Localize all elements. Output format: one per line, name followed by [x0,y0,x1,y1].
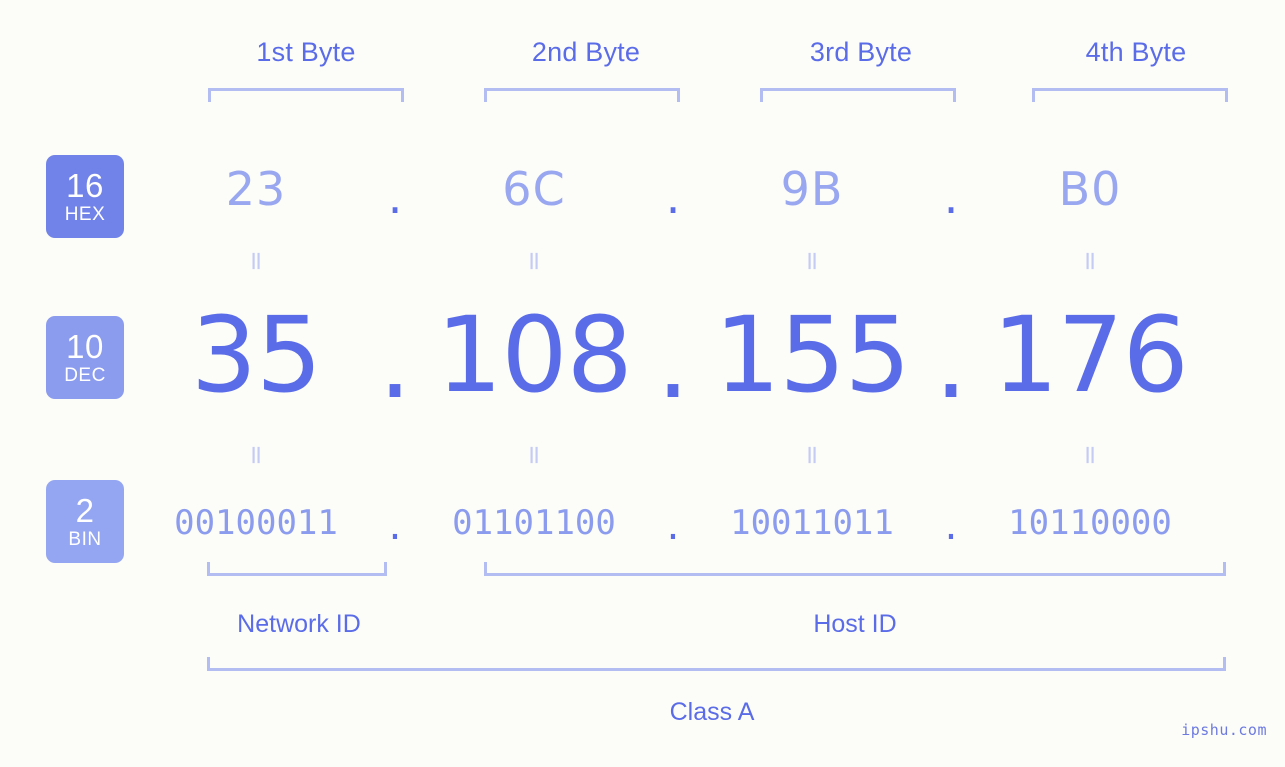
byte-bracket-1 [208,88,404,102]
hex-separator-2: . [665,170,681,224]
binary-byte-4: 10110000 [1008,503,1172,543]
host-id-label: Host ID [813,610,897,638]
binary-byte-2: 01101100 [452,503,616,543]
network-id-label: Network ID [237,610,361,638]
base-badge-dec: 10 DEC [46,316,124,399]
decimal-separator-1: . [378,300,412,422]
byte-header-1: 1st Byte [256,37,356,67]
byte-header-4: 4th Byte [1085,37,1187,67]
byte-bracket-3 [760,88,956,102]
byte-header-3: 3rd Byte [809,37,913,67]
base-badge-hex: 16 HEX [46,155,124,238]
binary-separator-3: . [940,508,962,548]
network-id-bracket [207,562,387,576]
binary-value-row: 00100011 . 01101100 . 10011011 . 1011000… [140,495,1285,551]
site-watermark: ipshu.com [1181,721,1267,739]
base-badge-bin-label: BIN [68,529,102,550]
base-badge-dec-number: 10 [66,328,104,365]
hex-separator-1: . [387,170,403,224]
byte-bracket-2 [484,88,680,102]
byte-header-2: 2nd Byte [531,37,641,67]
hex-value-row: 23 . 6C . 9B . B0 [140,158,1285,224]
ip-breakdown-diagram: 1st Byte 2nd Byte 3rd Byte 4th Byte 16 H… [0,0,1285,767]
decimal-separator-3: . [934,300,968,422]
base-badge-hex-number: 16 [66,167,104,204]
base-badge-hex-label: HEX [64,204,106,225]
class-bracket [207,657,1226,671]
binary-separator-2: . [662,508,684,548]
host-id-bracket [484,562,1226,576]
decimal-separator-2: . [656,300,690,422]
binary-separator-1: . [384,508,406,548]
base-badge-bin-number: 2 [75,492,95,529]
class-label: Class A [669,698,755,726]
binary-byte-3: 10011011 [730,503,894,543]
equals-row-hex-dec: = = = = [140,244,1285,278]
base-badge-bin: 2 BIN [46,480,124,563]
equals-row-dec-bin: = = = = [140,438,1285,472]
decimal-value-row: 35 . 108 . 155 . 176 [140,294,1285,422]
base-badge-dec-label: DEC [64,365,106,386]
byte-bracket-4 [1032,88,1228,102]
hex-separator-3: . [943,170,959,224]
binary-byte-1: 00100011 [174,503,338,543]
